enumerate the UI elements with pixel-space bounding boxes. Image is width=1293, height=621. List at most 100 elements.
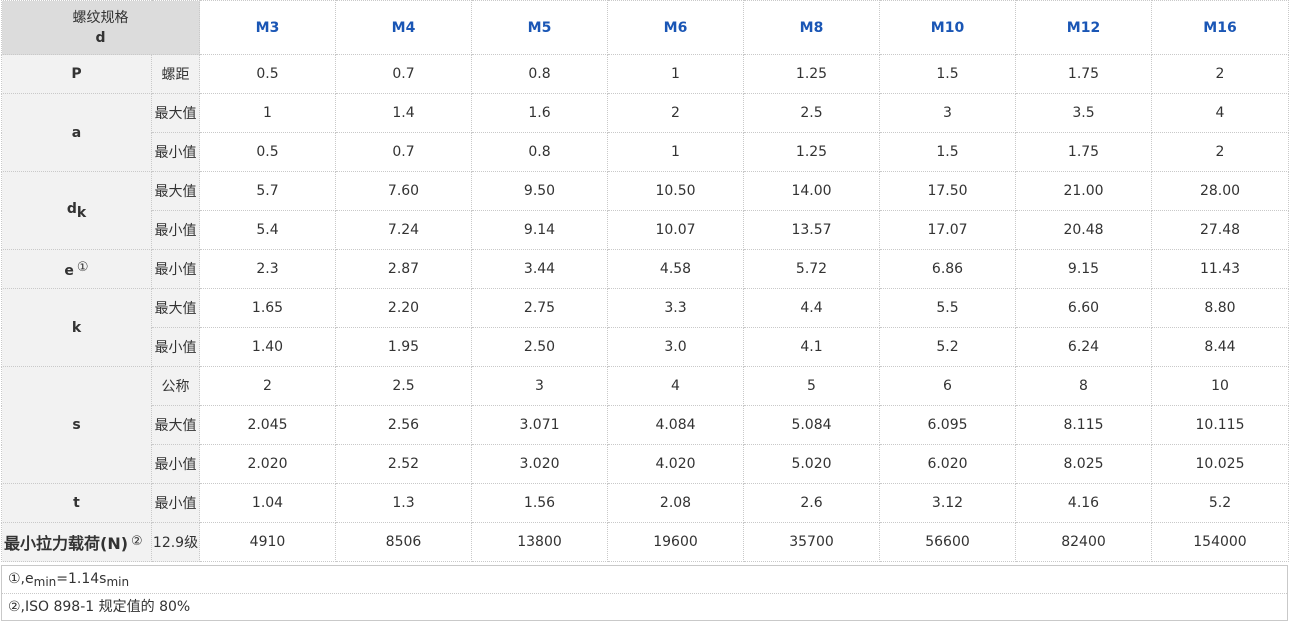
value-cell: 0.8 [471,54,608,94]
value-cell: 1.40 [199,327,336,367]
value-cell: 8 [1015,366,1152,406]
table-row: 最小拉力载荷(N) ② 12.9级 4910 8506 13800 19600 35700 56… [1,522,1289,562]
column-header: M10 [879,0,1016,55]
value-cell: 1.4 [335,93,472,133]
value-cell: 2.020 [199,444,336,484]
value-cell: 4.1 [743,327,880,367]
value-cell: 2.3 [199,249,336,289]
value-cell: 4.084 [607,405,744,445]
value-cell: 0.5 [199,132,336,172]
param-a: a [1,93,152,172]
row-label: 最大值 [151,288,200,328]
footnote-2: ②,ISO 898-1 规定值的 80% [2,593,1287,621]
row-label: 最小值 [151,210,200,250]
row-label: 螺距 [151,54,200,94]
value-cell: 3.020 [471,444,608,484]
spec-sheet: 螺纹规格 d M3 M4 M5 M6 M8 M10 M12 M16 P 螺距 0.5… [0,0,1293,621]
value-cell: 1.6 [471,93,608,133]
param-s: s [1,366,152,484]
table-row: s 公称 2 2.5 3 4 5 6 8 10 [1,366,1289,484]
value-cell: 8506 [335,522,472,562]
value-cell: 56600 [879,522,1016,562]
value-cell: 0.7 [335,132,472,172]
table-row: a 最大值 1 1.4 1.6 2 2.5 3 3.5 4 [1,93,1289,172]
value-cell: 3.0 [607,327,744,367]
param-P: P [1,54,152,94]
value-cell: 8.80 [1151,288,1289,328]
param-t: t [1,483,152,523]
column-header: M16 [1151,0,1289,55]
value-cell: 1.65 [199,288,336,328]
value-cell: 1.95 [335,327,472,367]
value-cell: 5 [743,366,880,406]
value-cell: 1.75 [1015,54,1152,94]
row-label: 最小值 [151,327,200,367]
value-cell: 3.071 [471,405,608,445]
param-e: e① [1,249,152,289]
value-cell: 5.7 [199,171,336,211]
value-cell: 82400 [1015,522,1152,562]
table-row: 最小值 2.020 2.52 3.020 4.020 5.020 6.020 8.025 10.… [2,444,1289,484]
value-cell: 6.24 [1015,327,1152,367]
value-cell: 3.5 [1015,93,1152,133]
value-cell: 2 [607,93,744,133]
value-cell: 4.4 [743,288,880,328]
value-cell: 0.8 [471,132,608,172]
value-cell: 1.25 [743,132,880,172]
row-label: 最小值 [151,483,200,523]
row-label: 最大值 [151,93,200,133]
column-header: M3 [199,0,336,55]
value-cell: 3.44 [471,249,608,289]
value-cell: 6.60 [1015,288,1152,328]
value-cell: 1.5 [879,132,1016,172]
value-cell: 154000 [1151,522,1289,562]
row-label: 最小值 [151,444,200,484]
value-cell: 1.75 [1015,132,1152,172]
table-row: t 最小值 1.04 1.3 1.56 2.08 2.6 3.12 4.16 5.2 [1,483,1289,523]
value-cell: 1.5 [879,54,1016,94]
value-cell: 1.25 [743,54,880,94]
value-cell: 2 [199,366,336,406]
column-header: M8 [743,0,880,55]
value-cell: 2.08 [607,483,744,523]
value-cell: 2.6 [743,483,880,523]
corner-symbol: d [95,29,106,46]
value-cell: 27.48 [1151,210,1289,250]
value-cell: 1 [199,93,336,133]
corner-cell: 螺纹规格 d [1,0,200,55]
row-label: 最小值 [151,249,200,289]
value-cell: 5.020 [743,444,880,484]
value-cell: 2.75 [471,288,608,328]
value-cell: 4910 [199,522,336,562]
value-cell: 4.020 [607,444,744,484]
value-cell: 11.43 [1151,249,1289,289]
value-cell: 17.07 [879,210,1016,250]
value-cell: 6.095 [879,405,1016,445]
value-cell: 5.4 [199,210,336,250]
value-cell: 7.24 [335,210,472,250]
value-cell: 8.44 [1151,327,1289,367]
value-cell: 3 [879,93,1016,133]
value-cell: 10.07 [607,210,744,250]
value-cell: 2 [1151,132,1289,172]
table-row: e ① 最小值 2.3 2.87 3.44 4.58 5.72 6.86 9.15 11.43 [1,249,1289,289]
value-cell: 13800 [471,522,608,562]
value-cell: 2 [1151,54,1289,94]
value-cell: 2.56 [335,405,472,445]
value-cell: 6 [879,366,1016,406]
value-cell: 5.72 [743,249,880,289]
table-row: 最大值 2.045 2.56 3.071 4.084 5.084 6.095 8.115 10.… [2,405,1289,445]
value-cell: 4 [1151,93,1289,133]
thread-spec-table: 螺纹规格 d M3 M4 M5 M6 M8 M10 M12 M16 P 螺距 0.5… [1,0,1289,562]
value-cell: 20.48 [1015,210,1152,250]
table-row: k 最大值 1.65 2.20 2.75 3.3 4.4 5.5 6.60 8.80 [1,288,1289,367]
value-cell: 10.115 [1151,405,1289,445]
column-header: M12 [1015,0,1152,55]
value-cell: 5.5 [879,288,1016,328]
value-cell: 2.87 [335,249,472,289]
value-cell: 19600 [607,522,744,562]
value-cell: 1.3 [335,483,472,523]
value-cell: 4.16 [1015,483,1152,523]
value-cell: 17.50 [879,171,1016,211]
value-cell: 6.86 [879,249,1016,289]
